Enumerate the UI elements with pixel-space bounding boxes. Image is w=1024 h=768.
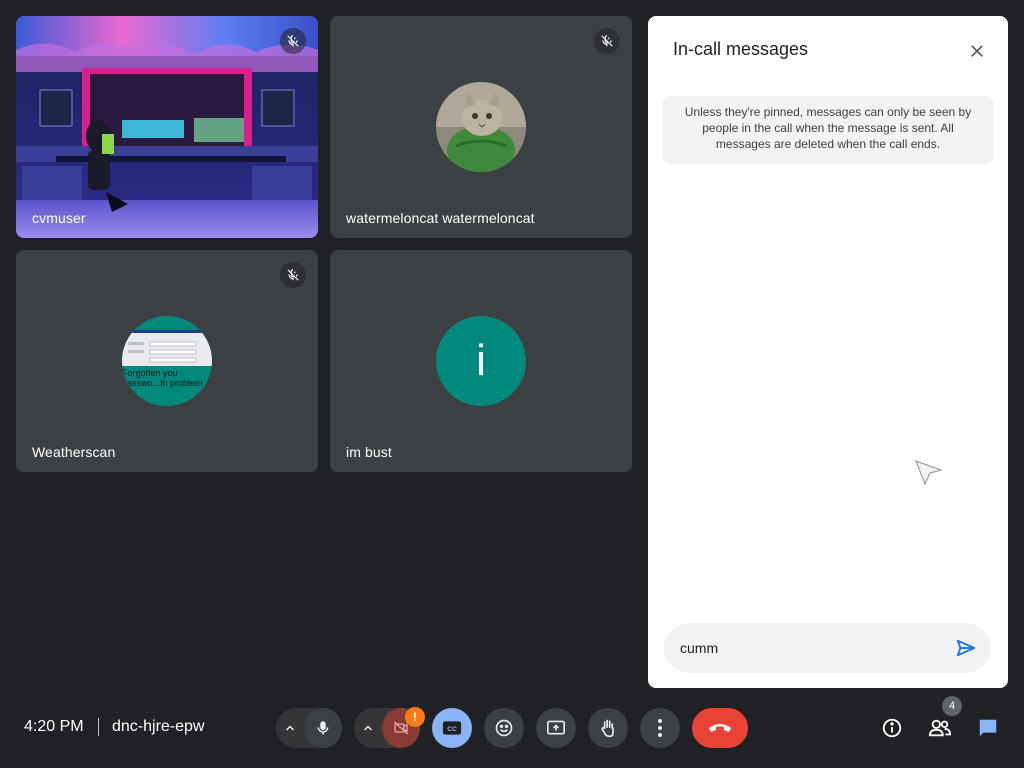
chat-icon [979,719,997,737]
mouse-cursor-icon [914,459,943,486]
present-button[interactable] [536,708,576,748]
mic-control [276,708,342,748]
captions-button[interactable]: CC [432,708,472,748]
close-button[interactable] [962,36,992,66]
svg-text:CC: CC [447,726,457,733]
people-icon [928,719,952,737]
chat-notice: Unless they're pinned, messages can only… [662,96,994,164]
camera-warning-badge: ! [405,707,425,727]
participant-name: im bust [346,444,392,460]
participant-tile-im-bust[interactable]: i im bust [330,250,632,472]
chat-button[interactable] [972,712,1004,744]
end-call-icon [709,724,731,732]
avatar-caption: Forgotten you passwo...In problem [122,368,203,388]
meeting-details-button[interactable] [876,712,908,744]
end-call-button[interactable] [692,708,748,748]
emoji-button[interactable] [484,708,524,748]
avatar [436,82,526,172]
participant-name: Weatherscan [32,444,116,460]
chevron-up-icon [364,725,373,731]
send-icon [956,639,976,657]
avatar: Forgotten you passwo...In problem [122,316,212,406]
participant-tile-watermeloncat[interactable]: watermeloncat watermeloncat [330,16,632,238]
call-time: 4:20 PM [24,718,84,735]
mic-button[interactable] [304,708,342,748]
mic-icon [317,721,329,735]
mic-off-icon [594,28,620,54]
participant-tile-cvmuser[interactable]: cvmuser [16,16,318,238]
raise-hand-button[interactable] [588,708,628,748]
mic-off-icon [280,28,306,54]
chat-panel: In-call messages Unless they're pinned, … [648,16,1008,688]
message-composer [664,623,991,673]
mic-options-button[interactable] [276,708,304,748]
participant-name: cvmuser [32,210,86,226]
avatar: i [436,316,526,406]
panel-title: In-call messages [673,39,809,59]
avatar-letter: i [476,336,486,385]
camera-options-button[interactable] [354,708,382,748]
more-options-button[interactable] [640,708,680,748]
send-button[interactable] [953,635,979,661]
captions-icon: CC [442,721,462,735]
people-count-badge: 4 [942,696,962,716]
emoji-icon [495,719,513,737]
raise-hand-icon [601,719,614,738]
more-options-icon [658,719,662,737]
participant-name: watermeloncat watermeloncat [346,210,535,226]
divider [98,718,99,736]
mic-off-icon [280,262,306,288]
present-screen-icon [547,720,565,735]
people-button[interactable] [924,712,956,744]
participant-tile-weatherscan[interactable]: Forgotten you passwo...In problem Weathe… [16,250,318,472]
info-icon [882,718,902,738]
message-input[interactable] [680,638,930,658]
meeting-code[interactable]: dnc-hjre-epw [112,718,204,736]
participant-video [16,16,318,238]
close-icon [971,45,983,57]
chevron-up-icon [286,725,295,731]
